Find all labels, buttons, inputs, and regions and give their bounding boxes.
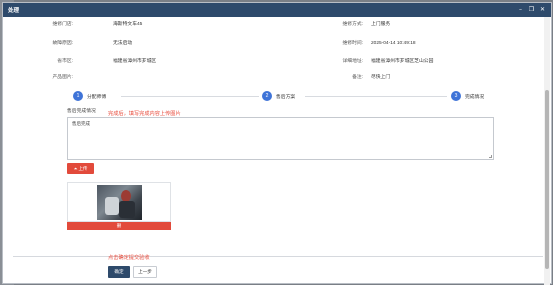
- dialog-titlebar: 处理 – ❐ ✕: [3, 3, 551, 17]
- step-label: 售后方案: [276, 94, 296, 100]
- textarea-value: 售后完成: [72, 121, 90, 126]
- completion-label: 售后完成情况: [67, 109, 96, 114]
- cause-label: 故障原因:: [52, 41, 73, 46]
- step-number: 2: [262, 91, 272, 101]
- time-value: 2025-04-14 10:49:18: [371, 41, 416, 46]
- submit-hint: 点击确定提交验收: [108, 255, 150, 261]
- minimize-icon[interactable]: –: [517, 5, 524, 14]
- store-value: 海斯特文车45: [113, 22, 143, 27]
- address-label: 详细地址:: [342, 59, 363, 64]
- scrollbar[interactable]: [544, 17, 550, 285]
- step-number: 1: [73, 91, 83, 101]
- step-2[interactable]: 2 售后方案: [262, 90, 295, 102]
- step-connector: [305, 96, 447, 97]
- completion-hint: 完成后，填写完成内容上传图片: [108, 111, 181, 117]
- store-label: 维修门店:: [52, 22, 73, 27]
- step-1[interactable]: 1 分配师傅: [73, 90, 106, 102]
- method-value: 上门服务: [371, 22, 391, 27]
- process-dialog: 处理 – ❐ ✕ 维修门店: 海斯特文车45 维修方式: 上门服务 故障原因: …: [2, 2, 552, 285]
- cause-value: 无法启动: [113, 41, 133, 46]
- step-label: 完成情况: [465, 94, 485, 100]
- step-label: 分配师傅: [87, 94, 107, 100]
- uploaded-photo[interactable]: [97, 185, 142, 220]
- restore-icon[interactable]: ❐: [528, 5, 535, 14]
- remark-value: 尽快上门: [371, 75, 391, 80]
- step-number: 3: [451, 91, 461, 101]
- delete-image-button[interactable]: 删: [67, 222, 171, 230]
- region-label: 省市区:: [57, 59, 73, 64]
- upload-icon: ⏶: [73, 166, 78, 171]
- confirm-button[interactable]: 确定: [108, 266, 130, 278]
- scrollbar-thumb[interactable]: [545, 90, 549, 269]
- time-label: 维修时间:: [342, 41, 363, 46]
- upload-label: 上传: [78, 166, 88, 171]
- remark-label: 备注:: [352, 75, 363, 80]
- address-value: 福建省漳州市芗城区芝山公园: [371, 59, 434, 64]
- dialog-title: 处理: [8, 8, 20, 14]
- resize-handle-icon[interactable]: [489, 155, 492, 158]
- previous-step-button[interactable]: 上一步: [133, 266, 157, 278]
- completion-textarea[interactable]: 售后完成: [67, 117, 494, 160]
- image-label: 产品图片:: [52, 75, 73, 80]
- step-connector: [121, 96, 259, 97]
- close-icon[interactable]: ✕: [539, 5, 546, 14]
- step-3[interactable]: 3 完成情况: [451, 90, 484, 102]
- region-value: 福建省漳州市芗城区: [113, 59, 157, 64]
- upload-button[interactable]: ⏶ 上传: [67, 163, 94, 174]
- method-label: 维修方式:: [342, 22, 363, 27]
- uploaded-image-card: [67, 182, 171, 222]
- step-indicator: 1 分配师傅 2 售后方案 3 完成情况: [73, 90, 493, 102]
